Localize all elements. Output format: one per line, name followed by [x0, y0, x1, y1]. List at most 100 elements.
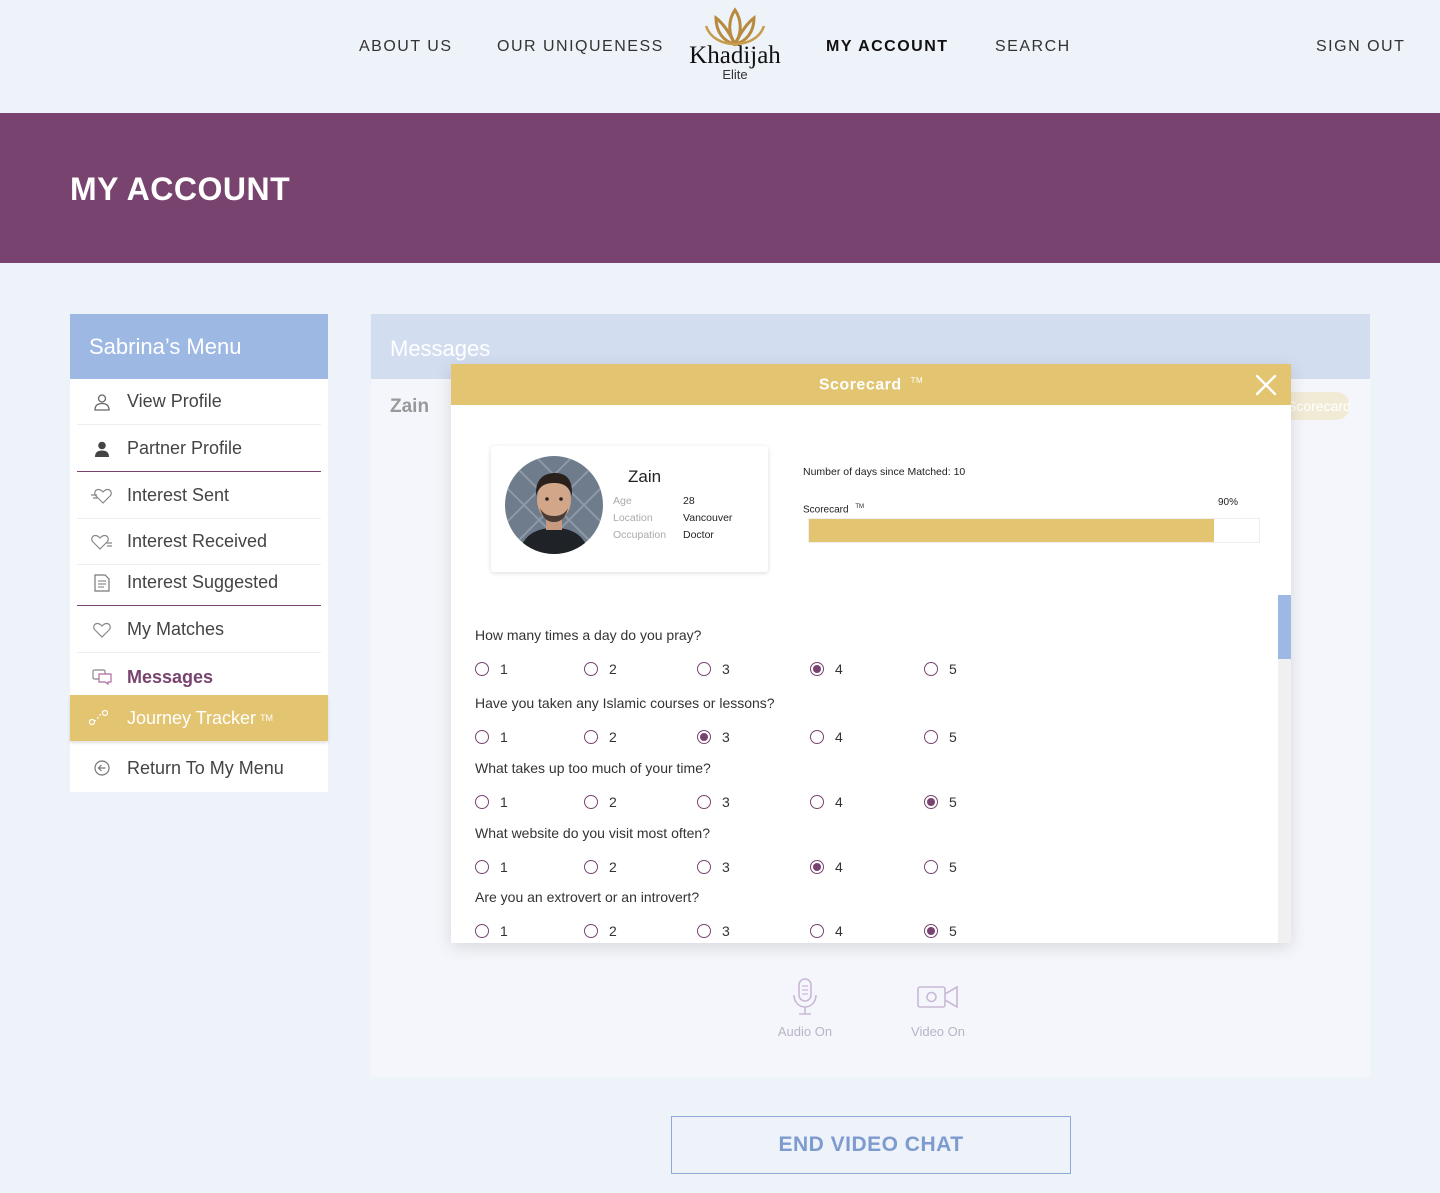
page-title: MY ACCOUNT [70, 171, 291, 207]
radio-button[interactable] [810, 795, 824, 809]
sidebar-item-label: Partner Profile [127, 438, 243, 458]
nav-our-uniqueness[interactable]: OUR UNIQUENESS [497, 38, 664, 56]
radio-button[interactable] [810, 730, 824, 744]
sidebar-item-partner-profile[interactable]: Partner Profile [77, 426, 321, 472]
answer-option[interactable]: 5 [924, 794, 957, 810]
option-label: 2 [609, 661, 617, 677]
answer-option[interactable]: 5 [924, 729, 957, 745]
radio-button[interactable] [584, 662, 598, 676]
nav-sign-out[interactable]: SIGN OUT [1316, 38, 1405, 56]
answer-option[interactable]: 3 [697, 661, 730, 677]
radio-button[interactable] [697, 860, 711, 874]
logo-name: Khadijah [689, 42, 781, 69]
modal-title: Scorecard [818, 376, 902, 394]
sidebar-item-view-profile[interactable]: View Profile [77, 379, 321, 425]
option-label: 4 [835, 729, 843, 745]
answer-option[interactable]: 3 [697, 729, 730, 745]
avatar [505, 456, 603, 554]
radio-button[interactable] [584, 795, 598, 809]
radio-button[interactable] [475, 730, 489, 744]
answer-option[interactable]: 1 [475, 923, 508, 939]
nav-my-account[interactable]: MY ACCOUNT [826, 38, 949, 56]
sidebar-item-label: Interest Received [127, 531, 268, 551]
radio-selected[interactable] [810, 662, 824, 676]
logo-subtitle: Elite [722, 67, 748, 82]
sidebar-item-messages[interactable]: Messages [77, 654, 321, 700]
answer-option[interactable]: 4 [810, 923, 843, 939]
answer-option[interactable]: 1 [475, 729, 508, 745]
nav-about-us[interactable]: ABOUT US [359, 38, 453, 56]
answer-option[interactable]: 2 [584, 859, 617, 875]
sidebar-item-journey-tracker[interactable]: Journey Tracker TM [70, 695, 328, 741]
sidebar-item-label: Journey Tracker [127, 707, 257, 728]
logo[interactable]: Khadijah Elite [680, 6, 790, 90]
answer-option[interactable]: 5 [924, 923, 957, 939]
scrollbar-thumb[interactable] [1278, 595, 1291, 659]
radio-button[interactable] [475, 860, 489, 874]
radio-button[interactable] [924, 730, 938, 744]
radio-button[interactable] [475, 924, 489, 938]
match-profile-card[interactable]: Zain Age 28 Location Vancouver Occupatio… [491, 446, 768, 572]
answer-option[interactable]: 1 [475, 661, 508, 677]
answer-option[interactable]: 2 [584, 794, 617, 810]
answer-option[interactable]: 5 [924, 859, 957, 875]
video-label: Video On [911, 1024, 965, 1039]
radio-button[interactable] [924, 860, 938, 874]
close-icon[interactable] [1255, 374, 1277, 396]
sidebar-item-label: Messages [127, 666, 214, 687]
radio-button[interactable] [475, 662, 489, 676]
answer-option[interactable]: 2 [584, 923, 617, 939]
heart-receive-icon [77, 534, 127, 550]
radio-button[interactable] [697, 924, 711, 938]
sidebar-item-label: My Matches [127, 619, 225, 639]
radio-button[interactable] [810, 924, 824, 938]
answer-option[interactable]: 1 [475, 859, 508, 875]
answer-option[interactable]: 4 [810, 794, 843, 810]
radio-selected[interactable] [924, 924, 938, 938]
sidebar-item-return[interactable]: Return To My Menu [77, 745, 321, 791]
answer-option[interactable]: 4 [810, 661, 843, 677]
option-label: 3 [722, 661, 730, 677]
radio-button[interactable] [697, 795, 711, 809]
answer-option[interactable]: 4 [810, 729, 843, 745]
option-label: 3 [722, 923, 730, 939]
answer-option[interactable]: 2 [584, 729, 617, 745]
radio-button[interactable] [584, 924, 598, 938]
video-toggle-button[interactable]: Video On [898, 978, 978, 1039]
sidebar-item-interest-received[interactable]: Interest Received [77, 519, 321, 565]
answer-option[interactable]: 3 [697, 859, 730, 875]
radio-button[interactable] [475, 795, 489, 809]
modal-scrollbar[interactable] [1278, 595, 1291, 943]
option-label: 2 [609, 729, 617, 745]
sidebar-item-interest-suggested[interactable]: Interest Suggested [77, 560, 321, 606]
option-label: 2 [609, 794, 617, 810]
answer-option[interactable]: 2 [584, 661, 617, 677]
question-text: How many times a day do you pray? [475, 627, 702, 643]
answer-option[interactable]: 4 [810, 859, 843, 875]
end-video-chat-button[interactable]: END VIDEO CHAT [671, 1116, 1071, 1174]
sidebar-item-label: Return To My Menu [127, 757, 284, 778]
answer-option[interactable]: 3 [697, 923, 730, 939]
question-text: What takes up too much of your time? [475, 760, 711, 776]
answer-option[interactable]: 1 [475, 794, 508, 810]
user-filled-icon [77, 440, 127, 458]
option-label: 5 [949, 661, 957, 677]
trademark: TM [260, 713, 274, 723]
question-text: What website do you visit most often? [475, 825, 710, 841]
radio-button[interactable] [584, 730, 598, 744]
answer-option[interactable]: 3 [697, 794, 730, 810]
radio-selected[interactable] [810, 860, 824, 874]
option-label: 1 [500, 661, 508, 677]
radio-button[interactable] [924, 662, 938, 676]
audio-toggle-button[interactable]: Audio On [765, 978, 845, 1039]
radio-button[interactable] [697, 662, 711, 676]
nav-search[interactable]: SEARCH [995, 38, 1071, 56]
chat-icon [77, 669, 127, 685]
radio-selected[interactable] [697, 730, 711, 744]
sidebar-item-interest-sent[interactable]: Interest Sent [77, 473, 321, 519]
radio-selected[interactable] [924, 795, 938, 809]
radio-button[interactable] [584, 860, 598, 874]
sidebar-item-my-matches[interactable]: My Matches [77, 607, 321, 653]
answer-option[interactable]: 5 [924, 661, 957, 677]
heart-send-icon [77, 488, 127, 504]
